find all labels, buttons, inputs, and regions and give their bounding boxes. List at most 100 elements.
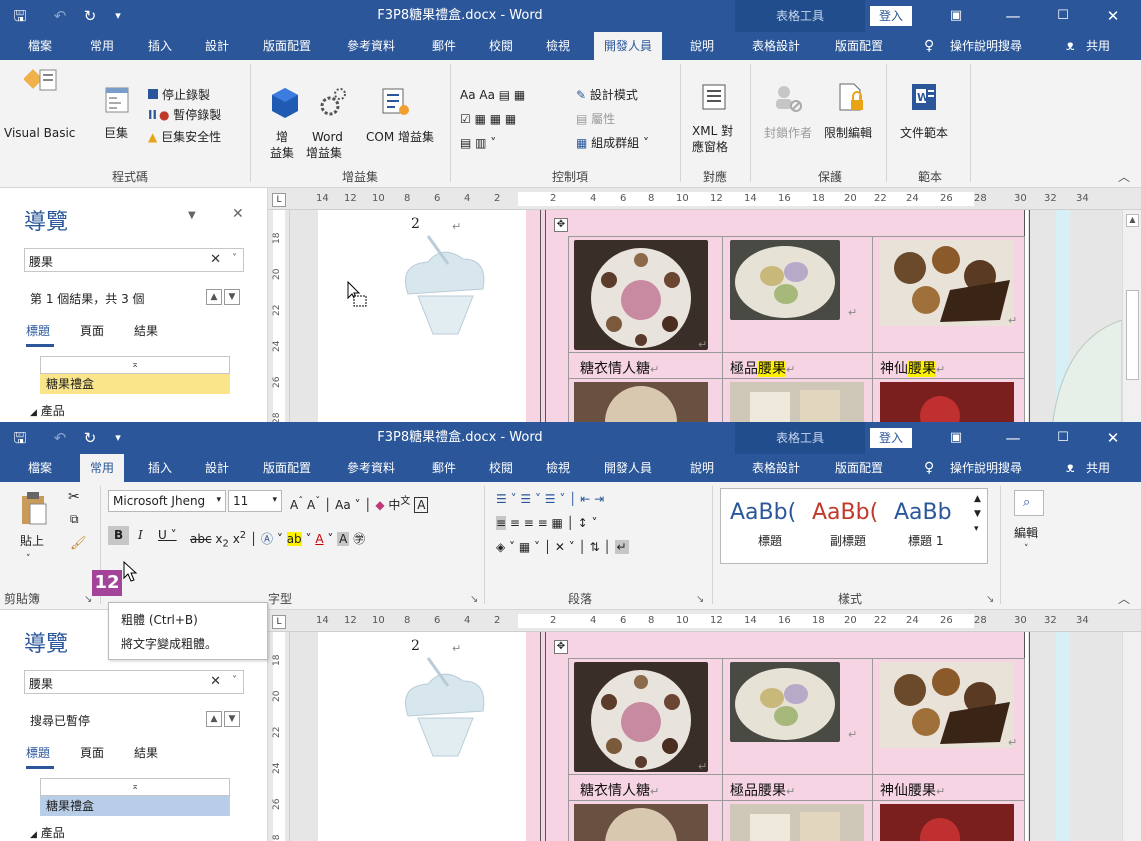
tab-help[interactable]: 說明 — [690, 32, 714, 60]
clear-search-icon[interactable]: ✕ — [210, 252, 221, 267]
nav-close-icon[interactable]: ✕ — [232, 206, 244, 222]
save-icon[interactable]: 🖫 — [10, 427, 30, 449]
login-button[interactable]: 登入 — [870, 428, 912, 448]
minimize-icon[interactable]: — — [990, 422, 1036, 454]
horizontal-ruler[interactable]: L 14 12 10 8 6 4 2 2 4 6 8 10 12 14 16 1… — [268, 188, 1141, 210]
style-subtitle-label[interactable]: 副標題 — [830, 534, 866, 549]
collapse-all-icon[interactable]: ⌅ — [40, 356, 230, 374]
nav-search-input[interactable]: 腰果 — [29, 253, 53, 270]
tab-developer[interactable]: 開發人員 — [604, 454, 652, 482]
nav-search-input[interactable]: 腰果 — [29, 675, 53, 692]
search-icon[interactable]: ⌕ — [1023, 495, 1030, 510]
tab-selector-icon[interactable]: L — [272, 193, 286, 207]
font-size-tools[interactable]: Aˆ Aˇ │ Aa ˅ │ ◆ 中文 A — [290, 494, 429, 513]
ribbon-display-icon[interactable]: ▣ — [945, 5, 967, 27]
redo-icon[interactable]: ↻ — [80, 427, 100, 449]
previous-result-icon[interactable]: ▲ — [206, 711, 222, 727]
macros-label[interactable]: 巨集 — [104, 126, 128, 141]
restrict-editing-icon[interactable] — [836, 82, 866, 114]
expand-triangle-icon[interactable]: ◢ — [30, 830, 37, 840]
nav-tab-headings[interactable]: 標題 — [26, 322, 50, 339]
visual-basic-icon[interactable] — [24, 68, 60, 96]
list-tools[interactable]: ☰ ˅ ☰ ˅ ☰ ˅ │ ⇤ ⇥ — [496, 492, 604, 507]
style-title-label[interactable]: 標題 — [758, 534, 782, 549]
next-result-icon[interactable]: ▼ — [224, 289, 240, 305]
word-addins-gear-icon[interactable] — [318, 86, 348, 118]
underline-button[interactable]: U ˅ — [158, 528, 177, 543]
shading-tools[interactable]: ◈ ˅ ▦ ˅ │ ✕ ˅ │ ⇅ │ ↵ — [496, 540, 629, 555]
tab-references[interactable]: 參考資料 — [347, 454, 395, 482]
tab-home[interactable]: 常用 — [80, 454, 125, 482]
font-name-box[interactable]: Microsoft Jheng ▾ — [108, 490, 226, 512]
com-addins-icon[interactable] — [380, 86, 412, 118]
restrict-editing-label[interactable]: 限制編輯 — [824, 126, 872, 141]
scroll-up-icon[interactable]: ▲ — [1126, 214, 1139, 227]
paste-icon[interactable] — [18, 490, 48, 526]
tab-insert[interactable]: 插入 — [148, 32, 172, 60]
maximize-icon[interactable]: ☐ — [1040, 422, 1086, 454]
macro-security-button[interactable]: ▲ 巨集安全性 — [148, 130, 221, 145]
control-icons-row3[interactable]: ▤ ▥ ˅ — [460, 136, 496, 151]
tab-design[interactable]: 設計 — [205, 454, 229, 482]
nav-search-box[interactable]: 腰果 ✕ ˅ — [24, 670, 244, 694]
design-mode-button[interactable]: ✎ 設計模式 — [576, 88, 638, 103]
tab-help[interactable]: 說明 — [690, 454, 714, 482]
search-dropdown-icon[interactable]: ˅ — [232, 675, 237, 686]
table-move-handle-icon[interactable]: ✥ — [554, 218, 568, 232]
format-painter-icon[interactable]: 🖌 — [70, 536, 87, 551]
table-move-handle-icon[interactable]: ✥ — [554, 640, 568, 654]
tab-mailings[interactable]: 郵件 — [432, 454, 456, 482]
undo-icon[interactable]: ↶ — [50, 427, 70, 449]
save-icon[interactable]: 🖫 — [10, 5, 30, 27]
tab-layout[interactable]: 版面配置 — [263, 454, 311, 482]
control-icons-row2[interactable]: ☑ ▦ ▦ ▦ — [460, 112, 516, 127]
block-authors-icon[interactable] — [772, 82, 804, 114]
search-icon-box[interactable]: ⌕ — [1014, 490, 1044, 516]
nav-tab-results[interactable]: 結果 — [134, 744, 158, 761]
addins-label-1[interactable]: 增 — [276, 130, 288, 145]
nav-search-box[interactable]: 腰果 ✕ ˅ — [24, 248, 244, 272]
stop-record-button[interactable]: 停止錄製 — [148, 88, 210, 103]
login-button[interactable]: 登入 — [870, 6, 912, 26]
previous-result-icon[interactable]: ▲ — [206, 289, 222, 305]
close-icon[interactable]: ✕ — [1090, 422, 1136, 454]
tab-file[interactable]: 檔案 — [28, 32, 52, 60]
nav-subheading-item[interactable]: ◢ 產品 — [30, 402, 65, 419]
group-button[interactable]: ▦ 組成群組 ˅ — [576, 136, 649, 151]
pause-record-button[interactable]: II ● 暫停錄製 — [148, 108, 221, 123]
addins-label-2[interactable]: 益集 — [270, 146, 294, 161]
document-area[interactable]: 2 ↵ ✥ — [290, 632, 1141, 841]
com-addins-label[interactable]: COM 增益集 — [366, 130, 434, 145]
expand-triangle-icon[interactable]: ◢ — [30, 408, 37, 418]
nav-heading-item[interactable]: 糖果禮盒 — [40, 374, 230, 394]
help-search[interactable]: 操作說明搜尋 — [950, 32, 1022, 60]
vertical-scrollbar[interactable] — [1122, 632, 1141, 841]
font-format-tools[interactable]: abc x2 x2 │ Ⓐ ˅ ab ˅ A ˅ A ㊫ — [190, 528, 365, 551]
xml-label-1[interactable]: XML 對 — [692, 124, 733, 139]
collapse-all-icon[interactable]: ⌅ — [40, 778, 230, 796]
tab-design[interactable]: 設計 — [205, 32, 229, 60]
bold-button[interactable]: B — [108, 526, 130, 545]
tab-table-design[interactable]: 表格設計 — [752, 32, 800, 60]
nav-heading-item[interactable]: 糖果禮盒 — [40, 796, 230, 816]
paragraph-launcher-icon[interactable]: ↘ — [696, 594, 704, 605]
font-name-dropdown-icon[interactable]: ▾ — [216, 495, 221, 505]
font-size-box[interactable]: 11 ▾ — [228, 490, 282, 512]
close-icon[interactable]: ✕ — [1090, 0, 1136, 32]
addins-icon[interactable] — [270, 86, 300, 120]
xml-label-2[interactable]: 應窗格 — [692, 140, 728, 155]
font-name-value[interactable]: Microsoft Jheng — [113, 494, 205, 508]
tab-layout[interactable]: 版面配置 — [263, 32, 311, 60]
scroll-thumb[interactable] — [1126, 290, 1139, 380]
tab-review[interactable]: 校閱 — [489, 454, 513, 482]
nav-tab-pages[interactable]: 頁面 — [80, 322, 104, 339]
alignment-tools[interactable]: ≡ ≡ ≡ ≡ ▦ │ ↕ ˅ — [496, 516, 598, 531]
word-addins-label-1[interactable]: Word — [312, 130, 343, 145]
tab-view[interactable]: 檢視 — [546, 454, 570, 482]
share-button[interactable]: 共用 — [1086, 32, 1110, 60]
collapse-ribbon-icon[interactable]: ︿ — [1118, 592, 1130, 607]
minimize-icon[interactable]: — — [990, 0, 1036, 32]
clear-search-icon[interactable]: ✕ — [210, 674, 221, 689]
tab-view[interactable]: 檢視 — [546, 32, 570, 60]
styles-launcher-icon[interactable]: ↘ — [986, 594, 994, 605]
